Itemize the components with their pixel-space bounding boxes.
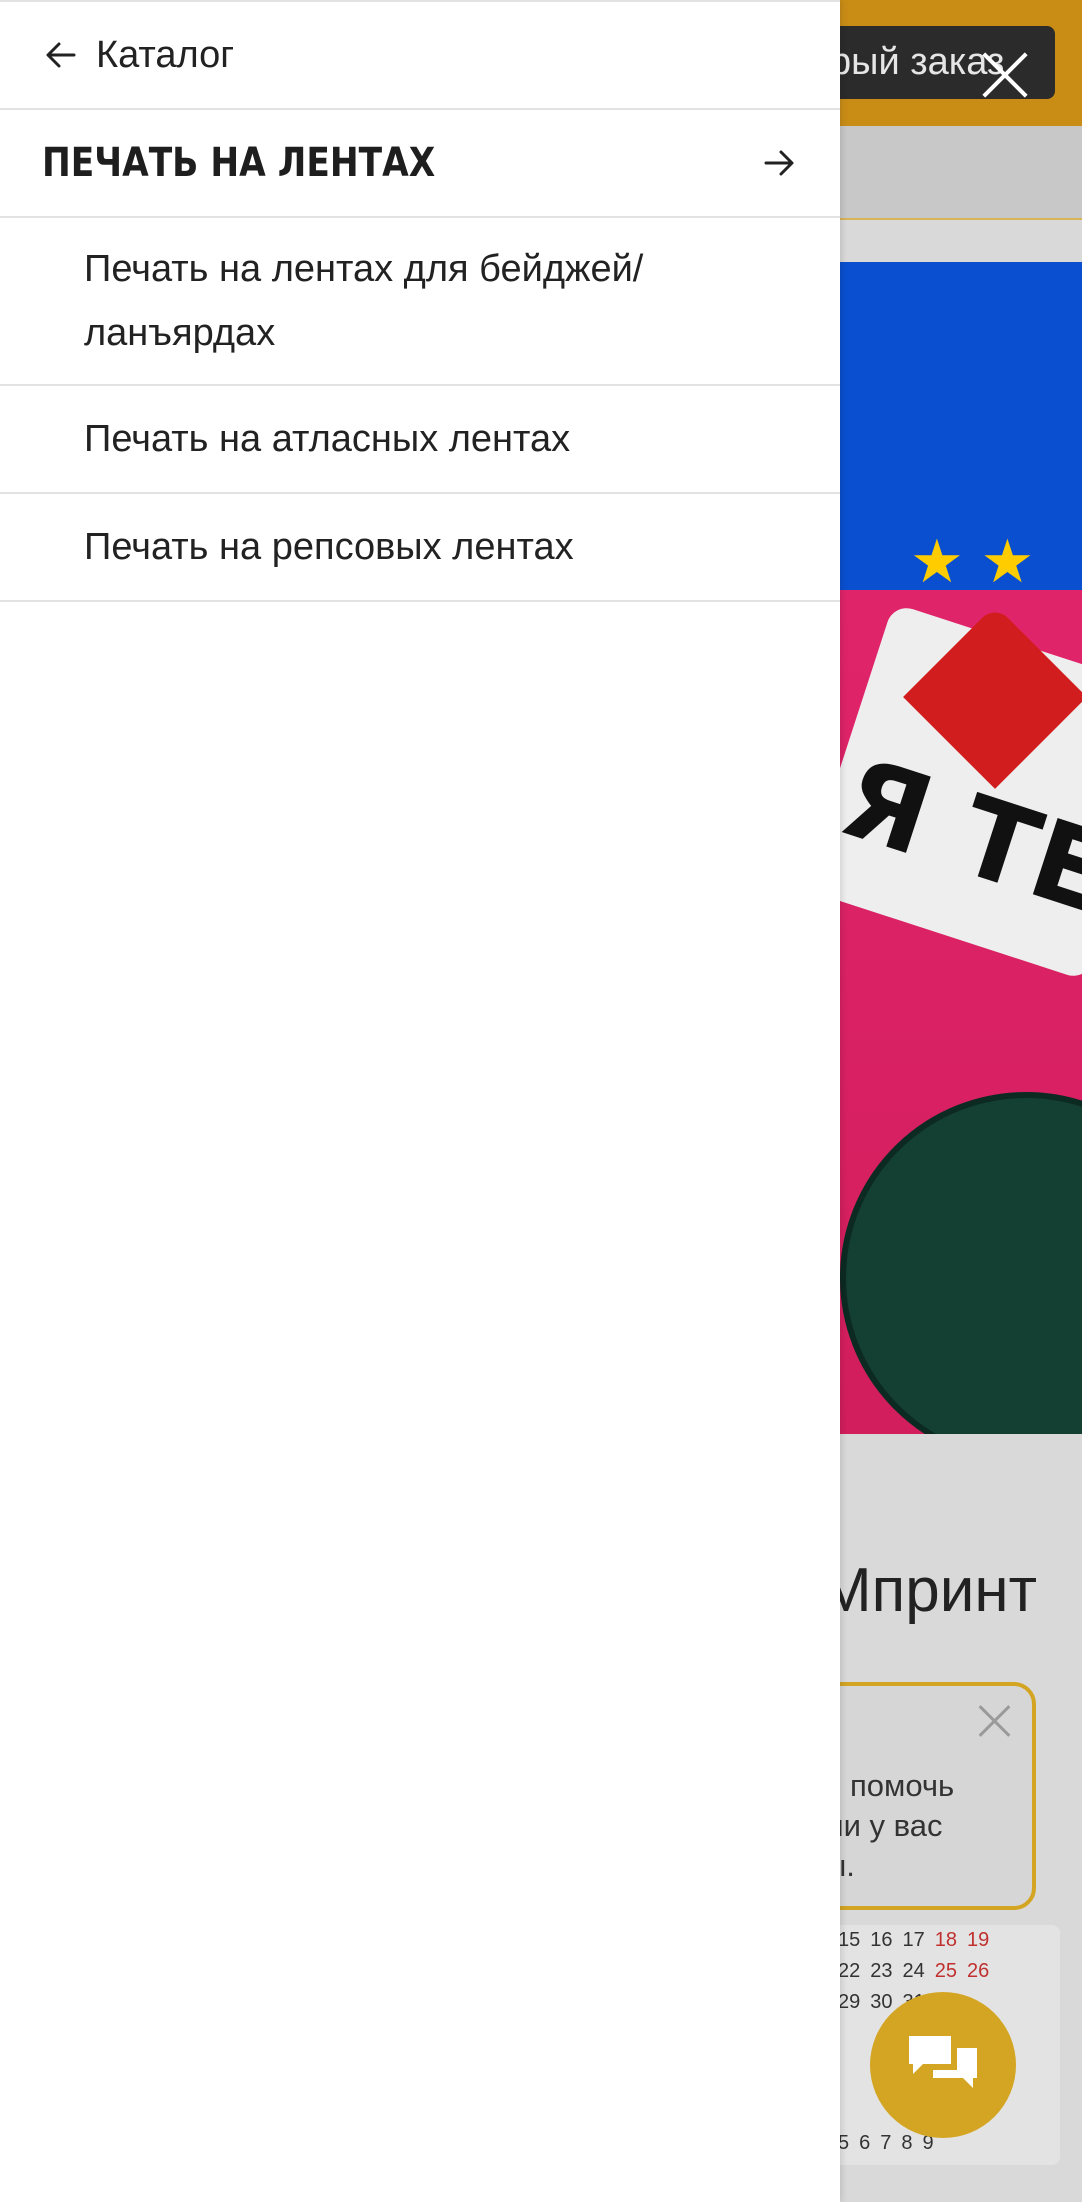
section-heading: Мпринт [820, 1556, 1037, 1625]
close-icon[interactable] [980, 50, 1030, 100]
back-label: Каталог [96, 33, 235, 76]
banner-badge [840, 1092, 1082, 1434]
arrow-right-icon [764, 150, 794, 176]
arrow-left-icon [46, 42, 76, 68]
menu-item-badge-lanyard-ribbons[interactable]: Печать на лентах для бейджей/ ланъярдах [0, 218, 840, 386]
calendar-row: 15 16 17 18 19 [838, 1929, 990, 1951]
calendar-row: 22 23 24 25 26 [838, 1960, 990, 1982]
menu-item-grosgrain-ribbons[interactable]: Печать на репсовых лентах [0, 494, 840, 602]
section-title: ПЕЧАТЬ НА ЛЕНТАХ [42, 140, 436, 186]
chat-button[interactable] [870, 1992, 1016, 2138]
menu-item-label: Печать на репсовых лентах [84, 526, 574, 568]
section-link-ribbon-printing[interactable]: ПЕЧАТЬ НА ЛЕНТАХ [0, 110, 840, 218]
calendar-row: 1213141516 [820, 2159, 1060, 2165]
promo-banner[interactable]: ★ ★ Я ТЕ [820, 262, 1082, 1434]
menu-item-label: Печать на атласных лентах [84, 418, 571, 460]
back-to-catalog-button[interactable]: Каталог [0, 0, 840, 110]
catalog-drawer: Каталог ПЕЧАТЬ НА ЛЕНТАХ Печать на лента… [0, 0, 840, 2202]
menu-item-label: Печать на лентах для бейджей/ ланъярдах [84, 248, 644, 354]
menu-item-satin-ribbons[interactable]: Печать на атласных лентах [0, 386, 840, 494]
stars-icon: ★ ★ [910, 528, 1035, 595]
close-icon[interactable] [975, 1700, 1015, 1740]
chat-icon [909, 2036, 977, 2088]
